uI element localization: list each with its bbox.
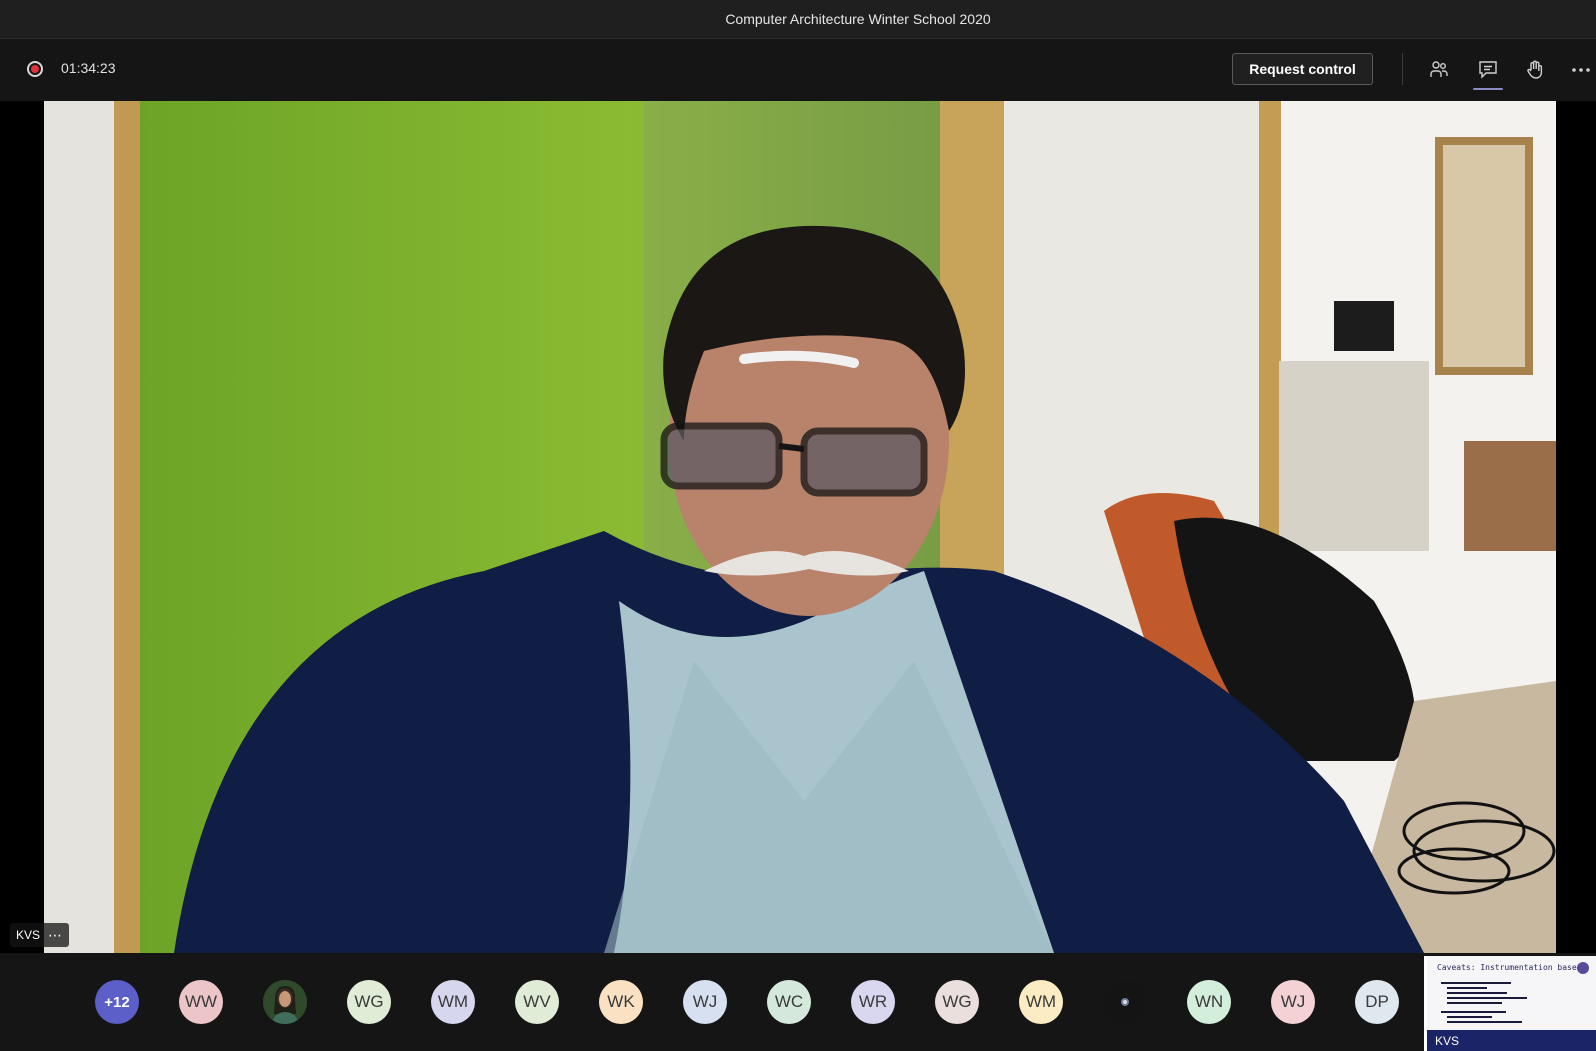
speaker-video-feed <box>44 101 1556 953</box>
participant-avatar[interactable]: WG <box>347 980 391 1024</box>
participant-avatar[interactable]: WV <box>515 980 559 1024</box>
screen-share-thumbnail[interactable]: Caveats: Instrumentation based KVS <box>1424 956 1596 1051</box>
participant-strip: +12 WW WG WM WV WK WJ WC WR WG WM WN WJ DP Caveats: … <box>0 953 1596 1051</box>
participant-initials: WR <box>858 992 888 1011</box>
participant-initials: WV <box>523 992 551 1011</box>
participant-avatar[interactable]: WN <box>1187 980 1231 1024</box>
raise-hand-icon[interactable] <box>1518 53 1552 87</box>
participant-avatar[interactable]: WR <box>851 980 895 1024</box>
participant-avatar[interactable]: WK <box>599 980 643 1024</box>
participant-initials: WM <box>1025 992 1057 1011</box>
slide-title: Caveats: Instrumentation based <box>1437 963 1582 972</box>
participant-avatar[interactable]: WJ <box>1271 980 1315 1024</box>
more-options-icon[interactable] <box>1565 53 1596 87</box>
participant-initials: WW <box>184 992 218 1011</box>
participant-initials: WG <box>942 992 972 1011</box>
participants-overflow-button[interactable]: +12 <box>95 980 139 1024</box>
participant-initials: WC <box>774 992 804 1011</box>
participant-initials: WN <box>1194 992 1224 1011</box>
participant-initials: WJ <box>1280 992 1306 1011</box>
speaker-name-tag[interactable]: KVS ⋯ <box>10 923 70 947</box>
toolbar-divider <box>1402 53 1403 85</box>
speaker-name: KVS <box>16 928 41 942</box>
participant-avatar[interactable]: WC <box>767 980 811 1024</box>
call-control-bar: 01:34:23 Request control <box>0 39 1596 101</box>
request-control-button[interactable]: Request control <box>1232 53 1373 85</box>
participant-initials: WG <box>354 992 384 1011</box>
participant-initials: DP <box>1365 992 1389 1011</box>
participant-avatar[interactable]: WG <box>935 980 979 1024</box>
participant-avatar[interactable]: WM <box>1019 980 1063 1024</box>
window-title: Computer Architecture Winter School 2020 <box>725 11 991 27</box>
recording-indicator-icon <box>27 61 43 77</box>
participant-avatar[interactable] <box>1103 980 1147 1024</box>
participant-avatar[interactable]: WW <box>179 980 223 1024</box>
participant-initials: WK <box>607 992 635 1011</box>
participant-avatar[interactable]: WJ <box>683 980 727 1024</box>
title-bar: Computer Architecture Winter School 2020 <box>0 0 1596 39</box>
speaker-more-icon[interactable]: ⋯ <box>48 927 63 944</box>
participant-photo <box>1103 980 1147 1024</box>
participant-avatar[interactable]: WM <box>431 980 475 1024</box>
participant-photo <box>263 980 307 1024</box>
call-timer: 01:34:23 <box>61 60 116 76</box>
speaker-video-image <box>44 101 1556 953</box>
participant-avatar[interactable]: DP <box>1355 980 1399 1024</box>
screen-share-owner: KVS <box>1435 1034 1460 1048</box>
people-icon[interactable] <box>1422 53 1456 87</box>
participant-initials: WM <box>437 992 469 1011</box>
participant-avatar[interactable] <box>263 980 307 1024</box>
chat-icon[interactable] <box>1471 53 1505 90</box>
main-video-area: KVS ⋯ <box>0 101 1596 953</box>
participant-initials: WJ <box>692 992 718 1011</box>
